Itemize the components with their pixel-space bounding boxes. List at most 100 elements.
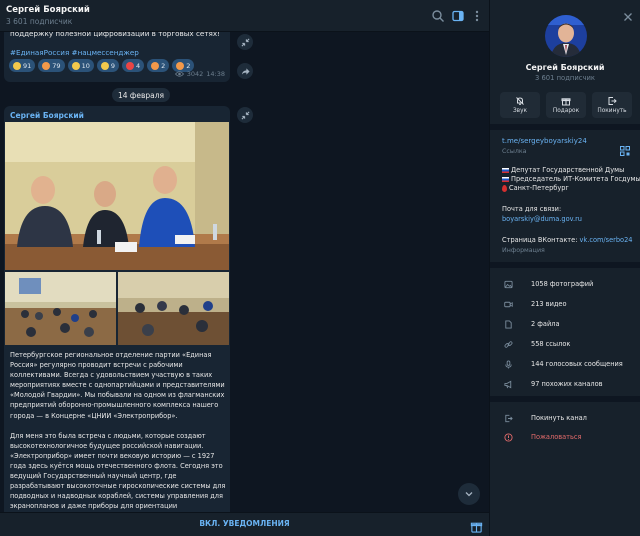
reaction-pill[interactable]: 10 [67,59,94,72]
reaction-emoji-icon [125,61,134,70]
leave-channel-label: Покинуть канал [531,414,587,422]
divider [490,124,640,130]
notifications-button[interactable]: ВКЛ. УВЕДОМЛЕНИЯ [0,519,489,528]
reaction-emoji-icon [151,61,160,70]
reactions-bar: 91 79 10 9 4 2 2 [9,59,195,72]
media-voice-label: 144 голосовых сообщения [531,360,623,368]
leave-channel-button[interactable]: Покинуть канал [490,409,640,427]
media-photos[interactable]: 1058 фотографий [490,275,640,293]
mute-button[interactable]: Звук [500,92,540,118]
reaction-pill[interactable]: 4 [121,59,145,72]
shrink-icon[interactable] [237,107,253,123]
report-label: Пожаловаться [531,433,582,441]
vk-line: Страница ВКонтакте: vk.com/serbo24 [502,236,632,244]
reaction-count: 79 [52,61,61,70]
reaction-emoji-icon [13,61,21,70]
gift-icon[interactable] [470,518,483,533]
russia-flag-icon [502,176,509,182]
post-photo-main[interactable] [5,122,229,270]
forward-icon[interactable] [237,63,253,79]
reaction-pill[interactable]: 9 [96,59,119,72]
profile-actions: Звук Подарок Покинуть [500,92,632,118]
post-2-author[interactable]: Сергей Боярский [10,111,84,120]
reaction-count: 91 [23,61,32,70]
media-videos-label: 213 видео [531,300,567,308]
media-links-label: 558 ссылок [531,340,571,348]
divider [490,262,640,268]
channel-link[interactable]: t.me/sergeyboyarskiy24 [502,137,587,145]
mute-icon [516,97,524,105]
report-button[interactable]: Пожаловаться [490,428,640,446]
contact-email[interactable]: boyarskiy@duma.gov.ru [502,215,582,223]
gift-label: Подарок [552,108,580,114]
mic-icon [505,359,512,369]
reaction-pill[interactable]: 79 [38,59,65,72]
qr-code-icon[interactable] [620,141,630,156]
search-icon[interactable] [431,9,445,23]
chevron-down-icon [465,492,473,497]
reaction-pill[interactable]: 91 [9,59,36,72]
contact-title: Почта для связи: [502,205,562,213]
media-links[interactable]: 558 ссылок [490,335,640,353]
location-pin-icon [502,184,507,192]
more-icon[interactable] [470,9,484,23]
close-icon[interactable] [622,8,634,21]
profile-name: Сергей Боярский [525,63,605,72]
video-icon [504,301,513,307]
megaphone-icon [504,380,512,388]
media-similar-channels[interactable]: 97 похожих каналов [490,375,640,393]
divider [490,396,640,402]
post-photo-2[interactable] [5,272,116,345]
gift-icon [561,98,571,106]
post-1-hashtags[interactable]: #ЕдинаяРоссия #нацмессенджер [10,48,139,57]
media-photos-label: 1058 фотографий [531,280,594,288]
link-icon [504,340,513,348]
reaction-pill[interactable]: 2 [147,59,170,72]
info-label: Информация [502,247,545,254]
description-text-1: Депутат Государственной Думы [511,166,625,174]
description-line-1: Депутат Государственной Думы [502,166,624,174]
media-files[interactable]: 2 файла [490,315,640,333]
channel-link-label: Ссылка [502,148,527,155]
date-separator: 14 февраля [112,88,171,102]
leave-button[interactable]: Покинуть [592,92,632,118]
avatar[interactable] [545,15,587,57]
reaction-emoji-icon [42,61,51,70]
post-message-2[interactable]: Сергей Боярский Петербургское региональн… [4,106,230,531]
reaction-count: 10 [81,61,90,70]
media-voice[interactable]: 144 голосовых сообщения [490,355,640,373]
chat-area: поддержку полезной цифровизации в торгов… [0,0,489,536]
post-1-views: 3042 [186,70,204,78]
sidebar-toggle-icon[interactable] [451,9,465,23]
bottom-bar: ВКЛ. УВЕДОМЛЕНИЯ [0,512,489,536]
shrink-icon[interactable] [237,34,253,50]
profile-subscribers: 3 601 подписчик [534,74,596,82]
post-photo-3[interactable] [118,272,229,345]
russia-flag-icon [502,167,509,173]
channel-info-panel: Сергей Боярский 3 601 подписчик Звук Под… [489,0,640,536]
leave-label: Покинуть [597,108,627,114]
leave-icon [505,414,513,422]
post-1-time: 14:38 [206,70,225,78]
post-1-meta: 3042 14:38 [174,70,225,78]
media-files-label: 2 файла [531,320,560,328]
vk-link[interactable]: vk.com/serbo24 [580,236,633,244]
description-text-3: Санкт-Петербург [509,184,569,192]
telegram-window: поддержку полезной цифровизации в торгов… [0,0,640,536]
eye-icon [174,71,184,77]
report-icon [504,432,513,442]
description-line-2: Председатель ИТ-Комитета Госдумы [502,175,640,183]
post-message-1[interactable]: поддержку полезной цифровизации в торгов… [4,24,230,82]
photo-icon [504,280,513,288]
scroll-down-button[interactable] [458,483,480,505]
description-text-2: Председатель ИТ-Комитета Госдумы [511,175,640,183]
gift-button[interactable]: Подарок [546,92,586,118]
leave-icon [608,97,617,105]
post-2-paragraph-1: Петербургское региональное отделение пар… [10,351,225,420]
description-line-3: Санкт-Петербург [502,184,569,192]
media-videos[interactable]: 213 видео [490,295,640,313]
chat-title[interactable]: Сергей Боярский [6,5,90,15]
media-similar-label: 97 похожих каналов [531,380,603,388]
reaction-count: 2 [186,61,191,70]
reaction-emoji-icon [100,61,109,70]
